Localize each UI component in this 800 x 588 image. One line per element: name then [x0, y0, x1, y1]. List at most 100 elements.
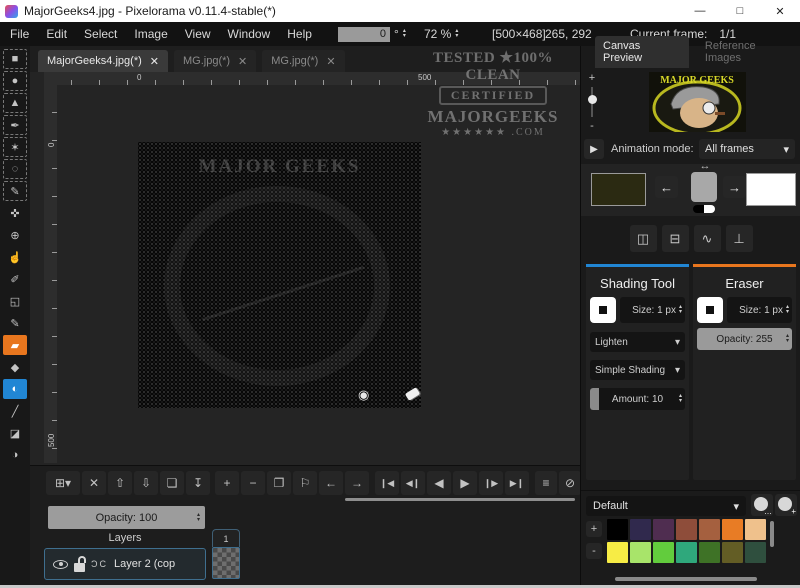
clone-layer-button[interactable]: ❏ — [160, 471, 184, 495]
menu-select[interactable]: Select — [84, 27, 117, 41]
menu-view[interactable]: View — [185, 27, 211, 41]
zoom-spinner[interactable]: ▴▾ — [455, 29, 458, 39]
right-color-swatch[interactable] — [746, 173, 796, 206]
palette-color-swatch[interactable] — [745, 542, 766, 563]
layer-link-icon[interactable]: ƆC — [91, 559, 108, 569]
shading-size-spinner[interactable]: Size: 1 px ▴▾ — [620, 297, 685, 323]
palette-color-swatch[interactable] — [653, 542, 674, 563]
maximize-button[interactable]: □ — [720, 0, 760, 22]
eraser-tool[interactable]: ▰ — [3, 335, 27, 355]
crop-tool[interactable]: ◱ — [3, 291, 27, 311]
left-color-swatch[interactable] — [591, 173, 646, 206]
menu-window[interactable]: Window — [228, 27, 271, 41]
palette-color-swatch[interactable] — [653, 519, 674, 540]
timeline-scrollbar[interactable] — [345, 498, 575, 501]
move-layer-down-button[interactable]: ⇩ — [134, 471, 158, 495]
preview-zoom-slider[interactable]: + - — [585, 72, 599, 136]
pencil-tool[interactable]: ✎ — [3, 313, 27, 333]
palette-color-swatch[interactable] — [630, 519, 651, 540]
new-palette-button[interactable]: + — [775, 494, 797, 516]
pixel-perfect-button[interactable]: ∿ — [694, 225, 721, 252]
horizontal-mirror-button[interactable]: ◫ — [630, 225, 657, 252]
tab-canvas-preview[interactable]: Canvas Preview — [595, 36, 689, 68]
pan-tool[interactable]: ☝ — [3, 247, 27, 267]
layer-visibility-icon[interactable] — [53, 560, 68, 569]
tab-close-icon[interactable]: ✕ — [150, 55, 159, 68]
palette-color-swatch[interactable] — [607, 519, 628, 540]
shading-brush-button[interactable] — [590, 297, 616, 323]
last-frame-button[interactable]: ▶❙ — [505, 471, 529, 495]
line-tool[interactable]: ╱ — [3, 401, 27, 421]
move-frame-left-button[interactable]: ← — [319, 471, 343, 495]
lasso-tool[interactable]: ◌ — [3, 159, 27, 179]
add-frame-button[interactable]: + — [215, 471, 239, 495]
preview-zoom-track[interactable] — [591, 87, 593, 117]
palette-color-swatch[interactable] — [676, 542, 697, 563]
rotation-input[interactable]: 0 — [338, 27, 390, 42]
zoom-level[interactable]: 72 % — [424, 27, 451, 41]
palette-color-swatch[interactable] — [607, 542, 628, 563]
layer-lock-icon[interactable] — [74, 563, 85, 572]
canvas-image[interactable]: MAJOR GEEKS ◉ — [138, 142, 421, 408]
eraser-brush-button[interactable] — [697, 297, 723, 323]
palette-color-swatch[interactable] — [699, 542, 720, 563]
dynamics-button[interactable]: ⊥ — [726, 225, 753, 252]
color-picker-tool[interactable]: ✐ — [3, 269, 27, 289]
close-button[interactable]: ✕ — [760, 0, 800, 22]
remove-layer-button[interactable]: ✕ — [82, 471, 106, 495]
preview-zoom-in[interactable]: + — [589, 72, 595, 84]
paint-selection-tool[interactable]: ✎ — [3, 181, 27, 201]
edit-palette-button[interactable]: … — [751, 494, 773, 516]
bucket-tool[interactable]: ◆ — [3, 357, 27, 377]
ellipse-tool[interactable]: ◑ — [3, 445, 27, 465]
palette-vertical-scrollbar[interactable] — [770, 521, 774, 547]
layer-opacity-slider[interactable]: Opacity: 100 ▴▾ — [48, 506, 205, 529]
left-color-arrow[interactable]: ← — [655, 176, 678, 198]
add-color-button[interactable]: + — [586, 521, 602, 537]
copy-frame-button[interactable]: ❐ — [267, 471, 291, 495]
minimize-button[interactable]: — — [680, 0, 720, 22]
eraser-size-spinner[interactable]: Size: 1 px ▴▾ — [727, 297, 792, 323]
merge-layer-button[interactable]: ↧ — [186, 471, 210, 495]
right-color-arrow[interactable]: → — [723, 176, 746, 198]
preview-zoom-handle[interactable] — [588, 95, 597, 104]
polygon-select-tool[interactable]: ▲ — [3, 93, 27, 113]
tab-close-icon[interactable]: ✕ — [326, 55, 335, 68]
animation-mode-dropdown[interactable]: All frames ▾ — [699, 139, 795, 159]
move-frame-right-button[interactable]: → — [345, 471, 369, 495]
palette-color-swatch[interactable] — [630, 542, 651, 563]
menu-help[interactable]: Help — [287, 27, 312, 41]
rectangle-select-tool[interactable]: ■ — [3, 49, 27, 69]
onion-skinning-button[interactable]: ⊘ — [559, 471, 581, 495]
tab-close-icon[interactable]: ✕ — [238, 55, 247, 68]
shading-mode-dropdown[interactable]: Lighten ▾ — [590, 332, 685, 352]
move-layer-up-button[interactable]: ⇧ — [108, 471, 132, 495]
document-tab-1[interactable]: MajorGeeks4.jpg(*)✕ — [38, 50, 168, 72]
magic-wand-tool[interactable]: ✶ — [3, 137, 27, 157]
rectangle-tool[interactable]: ◪ — [3, 423, 27, 443]
preview-zoom-out[interactable]: - — [590, 120, 594, 132]
timeline-options-button[interactable]: ≡ — [535, 471, 557, 495]
eraser-opacity-slider[interactable]: Opacity: 255 ▴▾ — [697, 328, 792, 350]
frame-cel-thumbnail[interactable] — [212, 547, 240, 579]
palette-select-dropdown[interactable]: Default ▾ — [586, 496, 746, 516]
menu-edit[interactable]: Edit — [46, 27, 67, 41]
frame-tag-button[interactable]: ⚐ — [293, 471, 317, 495]
rotation-spinner[interactable]: ▴▾ — [403, 29, 406, 39]
tab-reference-images[interactable]: Reference Images — [697, 36, 800, 68]
remove-color-button[interactable]: - — [586, 543, 602, 559]
play-backwards-button[interactable]: ◀ — [427, 471, 451, 495]
palette-color-swatch[interactable] — [722, 519, 743, 540]
frame-column-header[interactable]: 1 — [212, 529, 240, 547]
first-frame-button[interactable]: ❙◀ — [375, 471, 399, 495]
remove-frame-button[interactable]: − — [241, 471, 265, 495]
shading-tool[interactable]: ◐ — [3, 379, 27, 399]
move-tool[interactable]: ✜ — [3, 203, 27, 223]
palette-color-swatch[interactable] — [699, 519, 720, 540]
document-tab-2[interactable]: MG.jpg(*)✕ — [174, 50, 256, 72]
next-frame-button[interactable]: ❙▶ — [479, 471, 503, 495]
palette-color-swatch[interactable] — [676, 519, 697, 540]
preview-play-button[interactable]: ▶ — [584, 139, 604, 159]
play-forward-button[interactable]: ▶ — [453, 471, 477, 495]
select-by-color-tool[interactable]: ✒ — [3, 115, 27, 135]
